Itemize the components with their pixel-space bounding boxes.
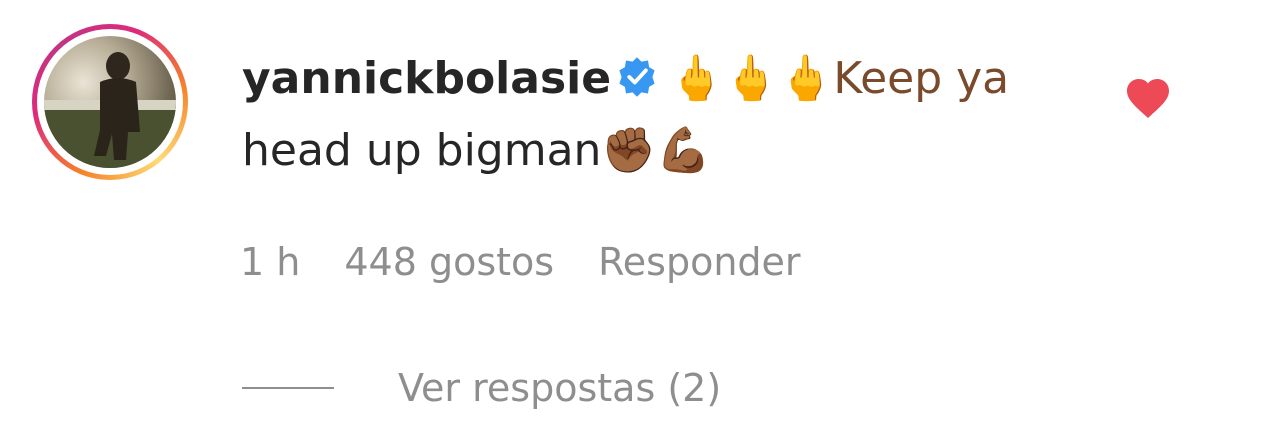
- comment-body: yannickbolasie 🖕🖕🖕Keep ya head up bigman✊…: [242, 46, 1072, 184]
- comment-meta: 1 h 448 gostos Responder: [240, 240, 845, 284]
- avatar-image: [44, 36, 176, 168]
- avatar[interactable]: [32, 24, 188, 180]
- comment-text-line1: 🖕🖕🖕Keep ya: [669, 53, 1010, 104]
- verified-badge-icon: [615, 52, 659, 118]
- view-replies-button[interactable]: Ver respostas (2): [242, 366, 721, 410]
- avatar-story-ring-gap: [37, 29, 183, 175]
- username-link[interactable]: yannickbolasie: [242, 53, 611, 104]
- comment: yannickbolasie 🖕🖕🖕Keep ya head up bigman✊…: [0, 0, 1280, 424]
- view-replies-label: Ver respostas (2): [398, 366, 722, 410]
- like-count[interactable]: 448 gostos: [344, 240, 554, 284]
- reply-button[interactable]: Responder: [598, 240, 800, 284]
- like-button[interactable]: [1124, 76, 1172, 120]
- view-replies-divider: [242, 387, 334, 389]
- heart-filled-icon: [1127, 79, 1169, 118]
- comment-time[interactable]: 1 h: [240, 240, 300, 284]
- comment-text-line2: head up bigman✊🏾💪🏾: [242, 125, 712, 176]
- avatar-photo-icon: [44, 52, 176, 168]
